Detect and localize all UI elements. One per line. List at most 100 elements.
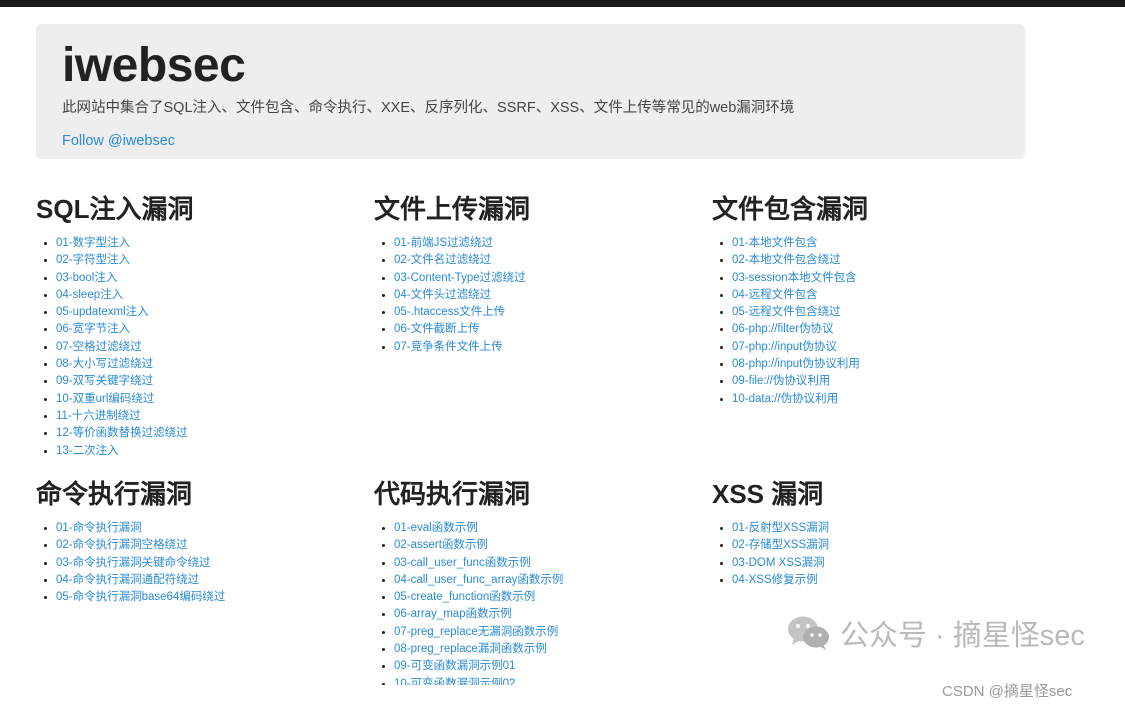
vuln-link[interactable]: 05-命令执行漏洞base64编码绕过 — [56, 591, 225, 603]
section-title: 文件包含漏洞 — [712, 194, 869, 224]
vuln-link[interactable]: 06-php://filter伪协议 — [732, 323, 834, 335]
vuln-link[interactable]: 01-反射型XSS漏洞 — [732, 522, 829, 534]
list-item: 09-file://伪协议利用 — [732, 373, 1032, 390]
list-item: 06-文件截断上传 — [394, 321, 694, 338]
vuln-link[interactable]: 10-data://伪协议利用 — [732, 393, 838, 405]
list-item: 03-DOM XSS漏洞 — [732, 555, 1032, 572]
list-item: 08-大小写过滤绕过 — [56, 356, 356, 373]
vuln-link[interactable]: 07-竞争条件文件上传 — [394, 341, 503, 353]
list-item: 10-data://伪协议利用 — [732, 391, 1032, 408]
section-link-list: 01-反射型XSS漏洞 02-存储型XSS漏洞 03-DOM XSS漏洞 04-XSS… — [712, 520, 1032, 589]
list-item: 04-远程文件包含 — [732, 287, 1032, 304]
list-item: 11-十六进制绕过 — [56, 408, 356, 425]
vuln-link[interactable]: 03-DOM XSS漏洞 — [732, 557, 825, 569]
list-item: 04-XSS修复示例 — [732, 572, 1032, 589]
list-item: 12-等价函数替换过滤绕过 — [56, 425, 356, 442]
vuln-link[interactable]: 03-命令执行漏洞关键命令绕过 — [56, 557, 211, 569]
vuln-link[interactable]: 09-file://伪协议利用 — [732, 375, 830, 387]
wechat-watermark: 公众号 · 摘星怪sec — [786, 612, 1085, 654]
section-xss: XSS 漏洞 01-反射型XSS漏洞 02-存储型XSS漏洞 03-DOM XSS漏… — [712, 478, 1032, 589]
vuln-link[interactable]: 03-Content-Type过滤绕过 — [394, 272, 526, 284]
vuln-link[interactable]: 04-远程文件包含 — [732, 289, 818, 301]
vuln-link[interactable]: 08-preg_replace漏洞函数示例 — [394, 643, 547, 655]
list-item: 01-反射型XSS漏洞 — [732, 520, 1032, 537]
vuln-link[interactable]: 06-宽字节注入 — [56, 323, 130, 335]
vuln-link[interactable]: 01-命令执行漏洞 — [56, 522, 142, 534]
vuln-link[interactable]: 02-assert函数示例 — [394, 539, 488, 551]
list-item: 01-前端JS过滤绕过 — [394, 235, 694, 252]
content-viewport-clip: 代码执行漏洞 01-eval函数示例 02-assert函数示例 03-call_u… — [370, 470, 710, 685]
vuln-link[interactable]: 02-命令执行漏洞空格绕过 — [56, 539, 188, 551]
vuln-link[interactable]: 02-本地文件包含绕过 — [732, 254, 841, 266]
vuln-link[interactable]: 03-call_user_func函数示例 — [394, 557, 531, 569]
vuln-link[interactable]: 03-session本地文件包含 — [732, 272, 857, 284]
vuln-link[interactable]: 06-array_map函数示例 — [394, 608, 512, 620]
vuln-link[interactable]: 10-双重url编码绕过 — [56, 393, 154, 405]
follow-link[interactable]: Follow @iwebsec — [62, 131, 175, 151]
list-item: 10-双重url编码绕过 — [56, 391, 356, 408]
vuln-link[interactable]: 13-二次注入 — [56, 445, 119, 457]
list-item: 05-远程文件包含绕过 — [732, 304, 1032, 321]
vuln-link[interactable]: 02-存储型XSS漏洞 — [732, 539, 829, 551]
list-item: 04-命令执行漏洞通配符绕过 — [56, 572, 356, 589]
vuln-link[interactable]: 07-preg_replace无漏洞函数示例 — [394, 626, 558, 638]
list-item: 06-php://filter伪协议 — [732, 321, 1032, 338]
watermark-text: 公众号 · 摘星怪sec — [840, 620, 1085, 652]
list-item: 08-php://input伪协议利用 — [732, 356, 1032, 373]
vuln-link[interactable]: 01-前端JS过滤绕过 — [394, 237, 493, 249]
section-title: 文件上传漏洞 — [374, 194, 531, 224]
vuln-link[interactable]: 04-文件头过滤绕过 — [394, 289, 491, 301]
section-title: 命令执行漏洞 — [36, 479, 193, 509]
list-item: 09-可变函数漏洞示例01 — [394, 658, 694, 675]
vuln-link[interactable]: 05-.htaccess文件上传 — [394, 306, 505, 318]
section-sql-injection: SQL注入漏洞 01-数字型注入 02-字符型注入 03-bool注入 04-slee… — [36, 193, 356, 460]
vuln-link[interactable]: 05-create_function函数示例 — [394, 591, 535, 603]
vuln-link[interactable]: 04-call_user_func_array函数示例 — [394, 574, 563, 586]
list-item: 08-preg_replace漏洞函数示例 — [394, 641, 694, 658]
vuln-link[interactable]: 06-文件截断上传 — [394, 323, 480, 335]
vuln-link[interactable]: 07-空格过滤绕过 — [56, 341, 142, 353]
vuln-link[interactable]: 01-本地文件包含 — [732, 237, 818, 249]
list-item: 05-.htaccess文件上传 — [394, 304, 694, 321]
vuln-link[interactable]: 04-sleep注入 — [56, 289, 123, 301]
section-link-list: 01-前端JS过滤绕过 02-文件名过滤绕过 03-Content-Type过滤绕过… — [374, 235, 694, 356]
list-item: 13-二次注入 — [56, 443, 356, 460]
list-item: 01-命令执行漏洞 — [56, 520, 356, 537]
vuln-link[interactable]: 05-远程文件包含绕过 — [732, 306, 841, 318]
vuln-link[interactable]: 09-可变函数漏洞示例01 — [394, 660, 515, 672]
vuln-link[interactable]: 10-可变函数漏洞示例02 — [394, 678, 515, 685]
list-item: 02-存储型XSS漏洞 — [732, 537, 1032, 554]
list-item: 01-本地文件包含 — [732, 235, 1032, 252]
vuln-link[interactable]: 04-命令执行漏洞通配符绕过 — [56, 574, 199, 586]
list-item: 05-命令执行漏洞base64编码绕过 — [56, 589, 356, 606]
list-item: 10-可变函数漏洞示例02 — [394, 676, 694, 685]
vuln-link[interactable]: 03-bool注入 — [56, 272, 117, 284]
list-item: 07-空格过滤绕过 — [56, 339, 356, 356]
csdn-credit: CSDN @摘星怪sec — [942, 683, 1073, 700]
jumbotron: iwebsec 此网站中集合了SQL注入、文件包含、命令执行、XXE、反序列化、… — [36, 24, 1025, 159]
section-link-list: 01-eval函数示例 02-assert函数示例 03-call_user_fun… — [374, 520, 694, 685]
section-title: XSS 漏洞 — [712, 479, 824, 509]
vuln-link[interactable]: 07-php://input伪协议 — [732, 341, 837, 353]
vuln-link[interactable]: 11-十六进制绕过 — [56, 410, 141, 422]
vuln-link[interactable]: 02-字符型注入 — [56, 254, 130, 266]
list-item: 04-call_user_func_array函数示例 — [394, 572, 694, 589]
vuln-link[interactable]: 01-eval函数示例 — [394, 522, 478, 534]
list-item: 03-bool注入 — [56, 270, 356, 287]
list-item: 02-assert函数示例 — [394, 537, 694, 554]
top-bar — [0, 0, 1125, 7]
list-item: 03-Content-Type过滤绕过 — [394, 270, 694, 287]
vuln-link[interactable]: 02-文件名过滤绕过 — [394, 254, 491, 266]
vuln-link[interactable]: 08-大小写过滤绕过 — [56, 358, 153, 370]
vuln-link[interactable]: 05-updatexml注入 — [56, 306, 149, 318]
list-item: 03-session本地文件包含 — [732, 270, 1032, 287]
list-item: 02-本地文件包含绕过 — [732, 252, 1032, 269]
vuln-link[interactable]: 04-XSS修复示例 — [732, 574, 818, 586]
vuln-link[interactable]: 01-数字型注入 — [56, 237, 130, 249]
list-item: 06-array_map函数示例 — [394, 606, 694, 623]
section-file-upload: 文件上传漏洞 01-前端JS过滤绕过 02-文件名过滤绕过 03-Content-T… — [374, 193, 694, 356]
vuln-link[interactable]: 12-等价函数替换过滤绕过 — [56, 427, 188, 439]
vuln-link[interactable]: 09-双写关键字绕过 — [56, 375, 153, 387]
vuln-link[interactable]: 08-php://input伪协议利用 — [732, 358, 860, 370]
section-link-list: 01-本地文件包含 02-本地文件包含绕过 03-session本地文件包含 04-远… — [712, 235, 1032, 408]
